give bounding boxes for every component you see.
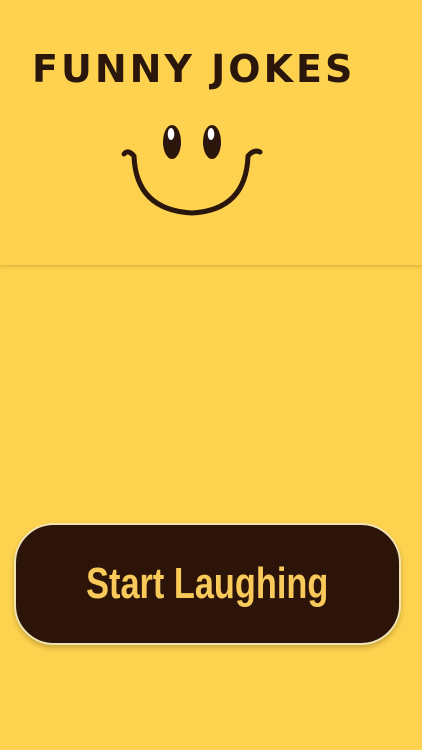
smiley-face-icon xyxy=(121,125,263,216)
start-laughing-label: Start Laughing xyxy=(86,559,329,608)
smiley-mouth xyxy=(121,148,263,216)
header-panel: FUNNY JOKES xyxy=(0,0,422,265)
app-screen: FUNNY JOKES Start Laughing xyxy=(0,0,422,750)
smiley-left-eye xyxy=(163,125,181,159)
smiley-right-eye xyxy=(203,125,221,159)
start-laughing-button[interactable]: Start Laughing xyxy=(14,523,401,645)
app-title: FUNNY JOKES xyxy=(32,47,356,91)
